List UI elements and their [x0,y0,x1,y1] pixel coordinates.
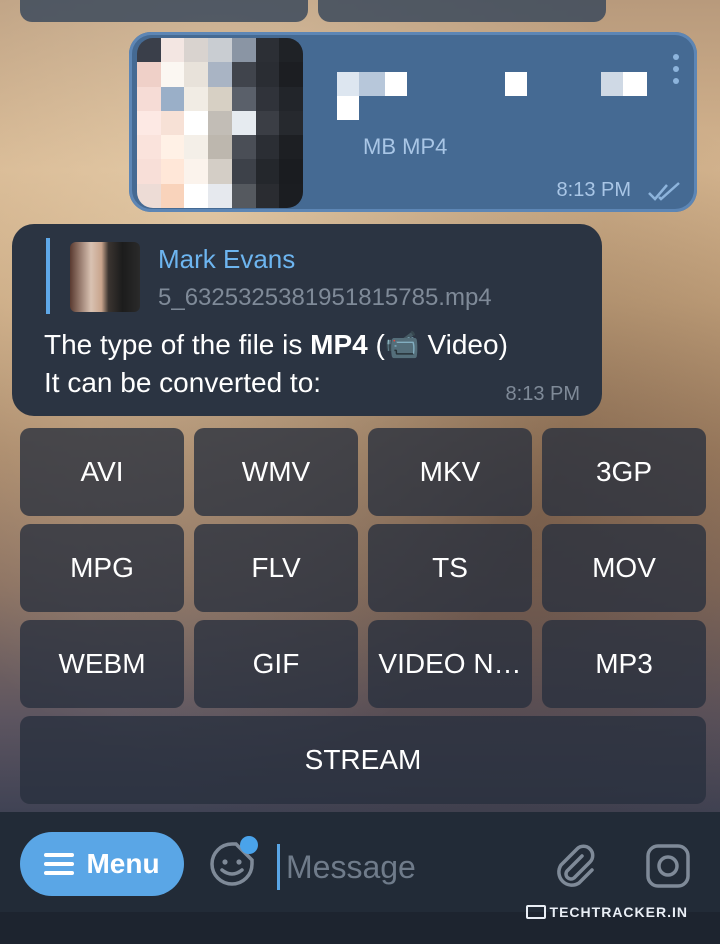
outgoing-video-message[interactable]: MB MP4 8:13 PM [129,32,697,212]
keyboard-button[interactable]: MKV [368,428,532,516]
thumbnail-pixel [160,110,185,136]
thumbnail-pixel [255,135,280,160]
thumbnail-pixel [255,183,280,208]
thumbnail-pixel [137,135,161,160]
thumbnail-pixel [231,86,256,111]
reply-quote[interactable]: Mark Evans 5_6325325381951815785.mp4 [46,238,492,314]
menu-button[interactable]: Menu [20,832,184,896]
thumbnail-pixel [279,135,303,160]
keyboard-button[interactable]: MP3 [542,620,706,708]
thumbnail-pixel [137,62,161,87]
thumbnail-pixel [137,110,161,136]
previous-message-bubble [20,0,308,22]
keyboard-button[interactable]: AVI [20,428,184,516]
thumbnail-pixel [255,159,280,184]
previous-message-bubble [318,0,606,22]
thumbnail-pixel [184,86,209,111]
thumbnail-pixel [208,159,232,184]
thumbnail-pixel [184,183,209,208]
message-time: 8:13 PM [505,383,580,405]
keyboard-button[interactable]: 3GP [542,428,706,516]
keyboard-button[interactable]: VIDEO N… [368,620,532,708]
thumbnail-pixel [137,183,161,208]
message-input[interactable] [284,838,538,896]
thumbnail-pixel [279,183,303,208]
keyboard-button[interactable]: MPG [20,524,184,612]
thumbnail-pixel [160,159,185,184]
thumbnail-pixel [231,110,256,136]
thumbnail-pixel [137,38,161,63]
thumbnail-pixel [160,86,185,111]
message-time: 8:13 PM [556,179,631,201]
more-vertical-icon[interactable] [673,54,679,88]
thumbnail-pixel [231,62,256,87]
reply-sender-name: Mark Evans [158,244,296,274]
reply-thumbnail [70,242,140,312]
message-input-bar: Menu [0,812,720,912]
double-check-icon [648,182,680,201]
thumbnail-pixel [279,110,303,136]
thumbnail-pixel [231,159,256,184]
thumbnail-pixel [184,135,209,160]
notification-dot [240,836,258,854]
attachment-icon[interactable] [552,842,600,890]
keyboard-button[interactable]: FLV [194,524,358,612]
thumbnail-pixel [160,183,185,208]
thumbnail-pixel [231,135,256,160]
thumbnail-pixel [255,38,280,63]
thumbnail-pixel [208,135,232,160]
thumbnail-pixel [208,62,232,87]
thumbnail-pixel [255,86,280,111]
incoming-message: Mark Evans 5_6325325381951815785.mp4 The… [12,224,602,416]
keyboard-button[interactable]: TS [368,524,532,612]
keyboard-button[interactable]: GIF [194,620,358,708]
thumbnail-pixel [231,183,256,208]
camera-icon[interactable] [644,842,692,890]
pixelated-file-name [337,72,667,122]
thumbnail-pixel [231,38,256,63]
thumbnail-pixel [160,135,185,160]
menu-label: Menu [86,848,160,879]
keyboard-button[interactable]: WEBM [20,620,184,708]
thumbnail-pixel [279,159,303,184]
thumbnail-pixel [255,62,280,87]
thumbnail-pixel [184,62,209,87]
thumbnail-pixel [184,38,209,63]
thumbnail-pixel [184,110,209,136]
thumbnail-pixel [208,86,232,111]
thumbnail-pixel [137,86,161,111]
keyboard-button[interactable]: MOV [542,524,706,612]
file-size: MB MP4 [363,134,448,159]
thumbnail-pixel [208,183,232,208]
thumbnail-pixel [184,159,209,184]
reply-file-name: 5_6325325381951815785.mp4 [158,284,492,311]
message-text-line: It can be converted to: [44,367,322,398]
keyboard-button[interactable]: WMV [194,428,358,516]
thumbnail-pixel [160,38,185,63]
text-cursor [277,844,280,890]
file-type-bold: MP4 [310,329,368,360]
thumbnail-pixel [279,38,303,63]
thumbnail-pixel [160,62,185,87]
message-text-part: (📹 Video) [367,329,508,360]
thumbnail-pixel [279,62,303,87]
watermark-icon [525,905,546,919]
thumbnail-pixel [208,38,232,63]
thumbnail-pixel [279,86,303,111]
thumbnail-pixel [255,110,280,136]
thumbnail-pixel [137,159,161,184]
message-text-part: The type of the file is [44,329,311,360]
message-text: The type of the file is MP4 (📹 Video) It… [44,326,508,402]
thumbnail-pixel [208,110,232,136]
video-thumbnail[interactable] [137,38,303,208]
keyboard-button[interactable]: STREAM [20,716,706,804]
hamburger-icon [44,853,75,875]
watermark: TECHTRACKER.IN [525,904,688,920]
watermark-text: TECHTRACKER.IN [549,904,688,920]
